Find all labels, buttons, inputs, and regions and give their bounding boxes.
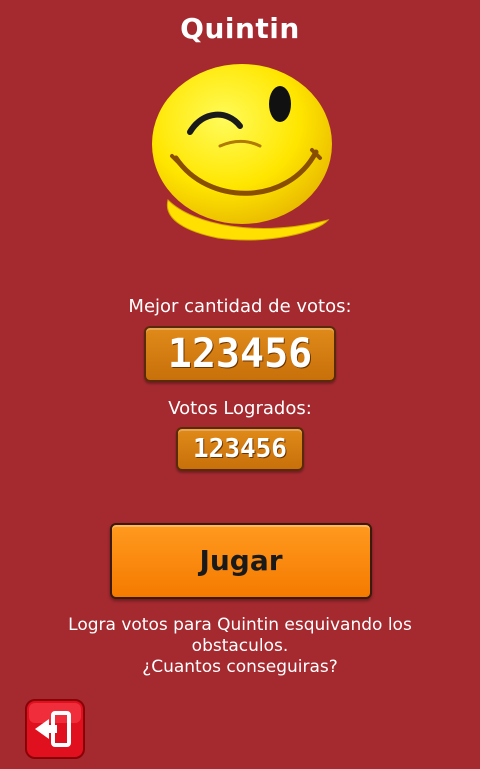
votes-obtained-value: 123456 <box>176 427 304 471</box>
description-line-1: Logra votos para Quintin esquivando los <box>68 615 412 635</box>
exit-button[interactable] <box>25 699 85 759</box>
winking-smiley-q-icon <box>152 64 332 241</box>
votes-obtained-label: Votos Logrados: <box>168 398 312 419</box>
description-line-2: obstaculos. <box>191 636 289 656</box>
best-votes-label: Mejor cantidad de votos: <box>128 296 352 317</box>
best-votes-value: 123456 <box>144 326 336 382</box>
play-button[interactable]: Jugar <box>110 523 372 599</box>
app-title: Quintin <box>180 12 300 45</box>
game-description: Logra votos para Quintin esquivando los … <box>20 615 460 678</box>
description-line-3: ¿Cuantos conseguiras? <box>142 657 338 677</box>
